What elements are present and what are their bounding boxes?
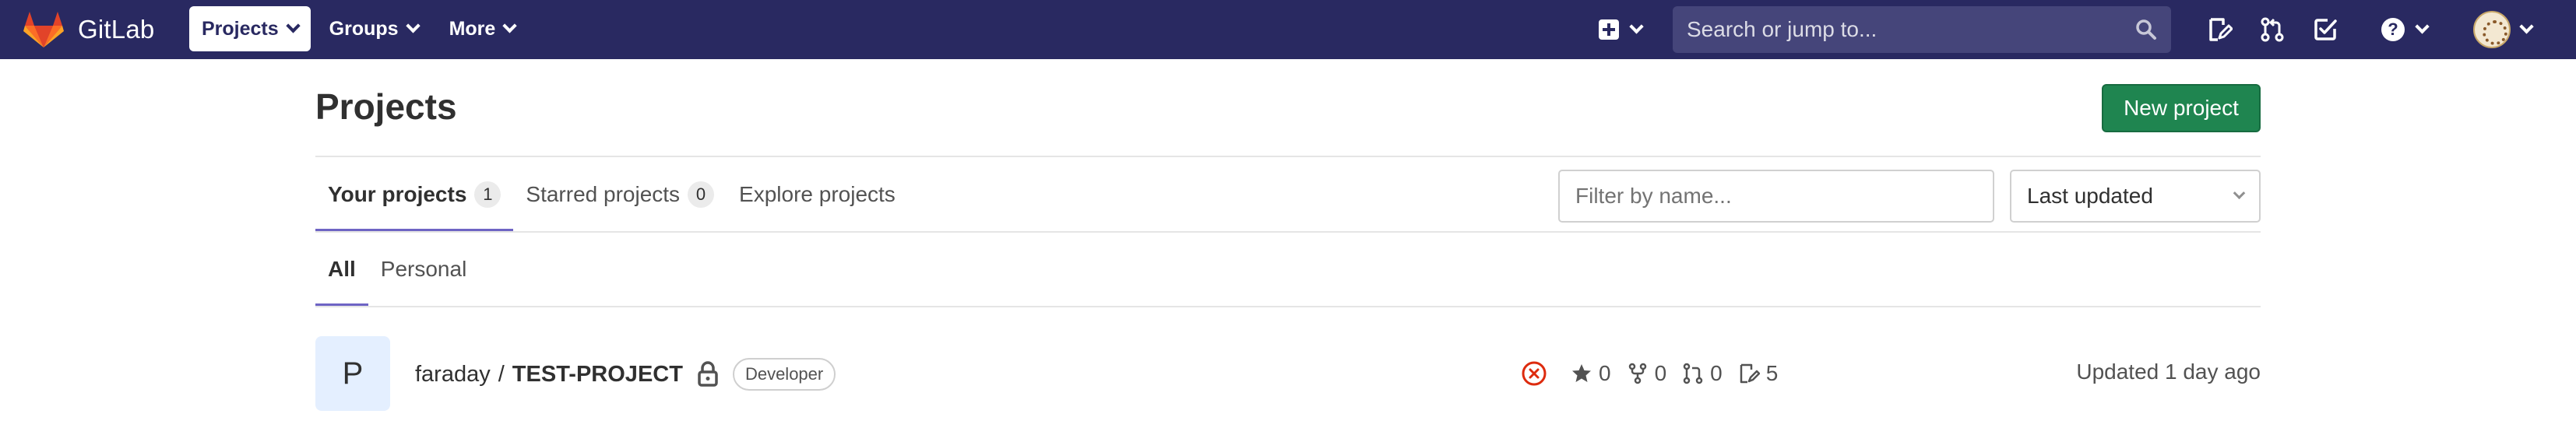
filter-by-name-input[interactable]: Filter by name... — [1558, 170, 1994, 223]
issues-icon — [1740, 363, 1760, 384]
search-placeholder: Search or jump to... — [1687, 17, 1877, 41]
svg-text:?: ? — [2388, 19, 2398, 39]
divider — [315, 231, 2261, 233]
nav-more-label: More — [449, 17, 496, 40]
nav-more-dropdown[interactable]: More — [437, 6, 528, 51]
chevron-down-icon — [2415, 19, 2430, 33]
subtab-personal[interactable]: Personal — [368, 232, 480, 307]
issues-icon — [2209, 18, 2233, 41]
navbar-right-section: Search or jump to... ? — [1564, 0, 2576, 59]
merge-requests-count-link[interactable]: 0 — [1682, 361, 1723, 386]
project-stats: 0 0 0 5 — [1521, 358, 1793, 389]
access-role-badge: Developer — [732, 358, 836, 391]
nav-groups-label: Groups — [329, 17, 399, 40]
todos-button[interactable] — [2310, 14, 2341, 45]
sort-dropdown[interactable]: Last updated — [2010, 170, 2261, 223]
pipeline-failed-icon[interactable] — [1521, 360, 1547, 387]
search-input[interactable]: Search or jump to... — [1673, 6, 2171, 53]
tab-label: Explore projects — [739, 182, 896, 206]
gitlab-logo-icon — [23, 12, 64, 47]
tab-label: Starred projects — [526, 182, 681, 206]
chevron-down-icon — [502, 18, 518, 33]
top-navbar: GitLab Projects Groups More Search or ju… — [0, 0, 2576, 59]
forks-count-link[interactable]: 0 — [1627, 361, 1667, 386]
forks-count: 0 — [1654, 361, 1667, 385]
projects-tabs: Your projects 1 Starred projects 0 Explo… — [315, 157, 908, 232]
gitlab-home-link[interactable]: GitLab — [23, 8, 154, 51]
stars-count: 0 — [1599, 361, 1611, 385]
merge-requests-count: 0 — [1710, 361, 1723, 385]
plus-square-icon — [1599, 19, 1619, 40]
project-filter-subtabs: All Personal — [315, 232, 479, 307]
tab-your-projects[interactable]: Your projects 1 — [315, 157, 514, 232]
help-dropdown[interactable]: ? — [2380, 14, 2430, 45]
tab-starred-projects[interactable]: Starred projects 0 — [513, 157, 727, 232]
chevron-down-icon — [2233, 186, 2246, 199]
last-updated-text: Updated 1 day ago — [2076, 360, 2261, 384]
main-nav-menu: Projects Groups More — [189, 6, 533, 51]
filter-placeholder: Filter by name... — [1575, 184, 1732, 208]
user-menu-dropdown[interactable] — [2473, 9, 2534, 50]
lock-icon — [698, 361, 718, 387]
project-row: P faraday / TEST-PROJECT Developer 0 0 0… — [315, 335, 2261, 411]
issues-count-link[interactable]: 5 — [1738, 361, 1779, 386]
nav-groups-dropdown[interactable]: Groups — [317, 6, 431, 51]
count-badge: 0 — [688, 181, 715, 208]
page-title: Projects — [315, 86, 457, 127]
project-namespace[interactable]: faraday — [415, 362, 491, 388]
brand-name: GitLab — [78, 15, 155, 44]
project-avatar[interactable]: P — [315, 336, 390, 411]
subtab-all[interactable]: All — [315, 232, 368, 307]
sort-selected-value: Last updated — [2027, 184, 2153, 208]
project-title: faraday / TEST-PROJECT Developer — [415, 358, 836, 391]
chevron-down-icon — [405, 18, 421, 33]
search-icon — [2136, 19, 2156, 40]
chevron-down-icon — [2519, 19, 2534, 33]
new-project-button[interactable]: New project — [2102, 84, 2261, 132]
merge-request-icon — [2261, 17, 2284, 42]
nav-projects-label: Projects — [202, 17, 279, 40]
user-avatar — [2473, 11, 2511, 48]
merge-requests-button[interactable] — [2257, 14, 2288, 45]
tab-label: Your projects — [328, 182, 467, 206]
new-item-dropdown[interactable] — [1599, 14, 1644, 45]
chevron-down-icon — [1629, 19, 1644, 33]
issues-count: 5 — [1765, 361, 1779, 385]
count-badge: 1 — [474, 181, 501, 208]
star-icon — [1572, 364, 1591, 382]
help-icon: ? — [2381, 18, 2405, 41]
issues-button[interactable] — [2204, 14, 2235, 45]
fork-icon — [1628, 363, 1646, 384]
tab-explore-projects[interactable]: Explore projects — [727, 157, 908, 232]
chevron-down-icon — [285, 18, 301, 33]
divider — [315, 306, 2261, 307]
stars-count-link[interactable]: 0 — [1571, 361, 1611, 386]
nav-projects-dropdown[interactable]: Projects — [189, 6, 311, 51]
todos-icon — [2314, 19, 2337, 40]
project-name-link[interactable]: TEST-PROJECT — [512, 362, 683, 388]
merge-request-icon — [1683, 363, 1703, 384]
path-separator: / — [498, 361, 505, 387]
